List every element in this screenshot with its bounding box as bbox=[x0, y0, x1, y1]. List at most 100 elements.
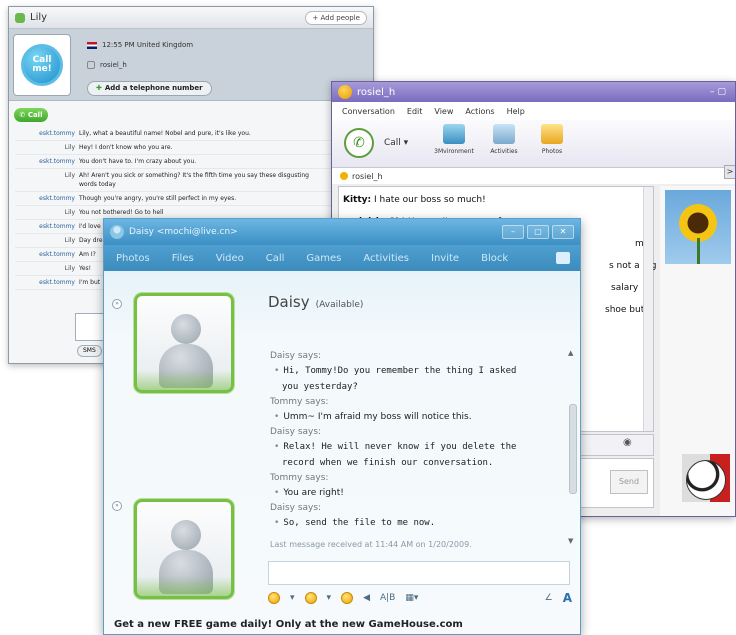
own-display-picture[interactable] bbox=[134, 499, 234, 599]
last-message-timestamp: Last message received at 11:44 AM on 1/2… bbox=[270, 540, 472, 549]
wink-dropdown-icon[interactable]: ▾ bbox=[327, 593, 332, 603]
contact-display-picture[interactable] bbox=[134, 293, 234, 393]
contact-name: Daisy bbox=[268, 293, 310, 311]
chat-message-row: Lily Ah! Aren't you sick or something? It… bbox=[15, 169, 367, 192]
chat-sender: eskt.tommy bbox=[39, 251, 75, 258]
emoticon-toolbar: ▾ ▾ ◀ A|B ▦▾ ∠ A bbox=[268, 589, 572, 607]
action-activities[interactable]: Activities bbox=[363, 253, 409, 264]
buddy-icon bbox=[338, 85, 352, 99]
action-block[interactable]: Block bbox=[481, 253, 508, 264]
close-button[interactable]: ✕ bbox=[552, 225, 574, 239]
send-button[interactable]: Send bbox=[610, 470, 648, 494]
font-icon[interactable]: A bbox=[563, 591, 572, 605]
environment-icon bbox=[443, 124, 465, 144]
default-avatar-head-icon bbox=[171, 314, 201, 344]
text-style-icon[interactable]: A|B bbox=[380, 593, 395, 603]
tool-label-photos: Photos bbox=[541, 148, 563, 155]
phone-call-icon[interactable]: ✆ bbox=[344, 128, 374, 158]
message-line: you yesterday? bbox=[270, 379, 566, 395]
action-invite[interactable]: Invite bbox=[431, 253, 459, 264]
handwriting-icon[interactable]: ∠ bbox=[545, 593, 553, 603]
add-phone-label: Add a telephone number bbox=[104, 84, 203, 92]
action-files[interactable]: Files bbox=[172, 253, 194, 264]
sunflower-icon bbox=[679, 204, 717, 242]
menu-item-edit[interactable]: Edit bbox=[407, 107, 423, 116]
chat-sender: Lily bbox=[64, 237, 75, 244]
3mvironment-button[interactable]: 3Mvironment bbox=[430, 124, 478, 155]
advertisement-banner[interactable]: Get a new FREE game daily! Only at the n… bbox=[114, 619, 463, 630]
message-text: Relax! He will never know if you delete … bbox=[283, 442, 517, 452]
skype-name-icon bbox=[87, 61, 95, 69]
contact-header: Daisy (Available) bbox=[268, 293, 363, 311]
conversation-scrollbar[interactable]: ▲ ▼ bbox=[568, 349, 578, 549]
message-line: • Hi, Tommy!Do you remember the thing I a… bbox=[270, 363, 566, 379]
wlm-action-bar: Photos Files Video Call Games Activities Invit… bbox=[104, 245, 580, 271]
message-text: record when we finish our conversation. bbox=[282, 458, 494, 468]
activities-button[interactable]: Activities bbox=[480, 124, 528, 155]
messenger-menubar: Conversation Edit View Actions Help bbox=[332, 102, 735, 120]
skype-titlebar[interactable]: Lily + Add people bbox=[9, 7, 373, 29]
menu-item-view[interactable]: View bbox=[434, 107, 453, 116]
emoticon-icon[interactable] bbox=[268, 592, 280, 604]
messenger-buddy-icon bbox=[110, 225, 124, 239]
messenger-titlebar[interactable]: rosiel_h –▢ bbox=[332, 82, 735, 102]
menu-item-actions[interactable]: Actions bbox=[465, 107, 494, 116]
conversation-scrollbar[interactable] bbox=[643, 187, 653, 431]
menu-item-conversation[interactable]: Conversation bbox=[342, 107, 395, 116]
local-time-row: 12:55 PM United Kingdom bbox=[87, 41, 193, 49]
expand-arrow-button[interactable]: > bbox=[724, 165, 735, 179]
nudge-icon[interactable] bbox=[341, 592, 354, 604]
chat-message-text: You not bothered! Go to hell bbox=[79, 209, 164, 216]
activities-icon bbox=[493, 124, 515, 144]
menu-item-help[interactable]: Help bbox=[507, 107, 525, 116]
add-people-button[interactable]: + Add people bbox=[305, 10, 367, 25]
maximize-button[interactable]: ▢ bbox=[527, 225, 549, 239]
call-dropdown[interactable]: Call ▾ bbox=[384, 138, 408, 148]
avatar[interactable]: Call me! bbox=[13, 34, 71, 96]
collapse-contact-tile-button[interactable]: » bbox=[112, 299, 122, 309]
collapse-own-tile-button[interactable]: » bbox=[112, 501, 122, 511]
scroll-up-icon[interactable]: ▲ bbox=[568, 349, 573, 357]
wlm-message-input[interactable] bbox=[268, 561, 570, 585]
minimize-button[interactable]: – bbox=[502, 225, 524, 239]
scroll-thumb[interactable] bbox=[569, 404, 577, 494]
status-icon bbox=[340, 172, 348, 180]
live-messenger-window: Daisy <mochi@live.cn> – ▢ ✕ Photos Files V… bbox=[103, 218, 581, 635]
skype-window-title: Lily bbox=[30, 12, 48, 23]
webcam-icon[interactable]: ◉ bbox=[623, 437, 632, 448]
conversation-text: shoe but bbox=[605, 305, 645, 315]
action-games[interactable]: Games bbox=[306, 253, 341, 264]
window-controls[interactable]: –▢ bbox=[710, 87, 729, 97]
chat-message-row: LilyHey! I don't know who you are.12:46 … bbox=[15, 141, 367, 155]
options-menu-icon[interactable] bbox=[556, 252, 570, 264]
scroll-down-icon[interactable]: ▼ bbox=[568, 537, 573, 545]
message-text: You are right! bbox=[283, 488, 344, 498]
skype-profile-panel: Call me! 12:55 PM United Kingdom rosiel_… bbox=[9, 29, 373, 101]
messenger-window-title: rosiel_h bbox=[357, 86, 396, 98]
photos-button[interactable]: Photos bbox=[528, 124, 576, 155]
action-video[interactable]: Video bbox=[216, 253, 244, 264]
background-icon[interactable]: ▦▾ bbox=[405, 593, 418, 603]
action-call[interactable]: Call bbox=[266, 253, 285, 264]
add-telephone-number-button[interactable]: ✚ Add a telephone number bbox=[87, 81, 212, 96]
action-photos[interactable]: Photos bbox=[116, 253, 150, 264]
photos-icon bbox=[541, 124, 563, 144]
chat-message-row: eskt.tommy You don't have to. I'm crazy a… bbox=[15, 155, 367, 169]
message-line: • So, send the file to me now. bbox=[270, 515, 566, 531]
plus-icon: ✚ bbox=[96, 84, 102, 92]
skype-call-button[interactable]: ✆ Call bbox=[14, 108, 48, 122]
bullet-icon: • bbox=[274, 366, 280, 376]
bullet-icon: • bbox=[274, 518, 280, 528]
conversation-text: I hate our boss so much! bbox=[374, 195, 486, 205]
wlm-titlebar[interactable]: Daisy <mochi@live.cn> – ▢ ✕ bbox=[104, 219, 580, 245]
emoticon-dropdown-icon[interactable]: ▾ bbox=[290, 593, 295, 603]
message-line: • Umm~ I'm afraid my boss will notice thi… bbox=[270, 409, 566, 425]
chat-sender: Lily bbox=[64, 172, 75, 179]
chat-message-text: Hey! I don't know who you are. bbox=[79, 144, 173, 151]
wink-icon[interactable] bbox=[304, 592, 317, 604]
voice-clip-icon[interactable]: ◀ bbox=[363, 593, 370, 603]
tool-label-activities: Activities bbox=[490, 148, 518, 155]
tool-label-environment: 3Mvironment bbox=[434, 148, 474, 155]
sms-button[interactable]: SMS bbox=[77, 345, 102, 357]
chat-message-row: eskt.tommy Though you're angry, you're st… bbox=[15, 192, 367, 206]
